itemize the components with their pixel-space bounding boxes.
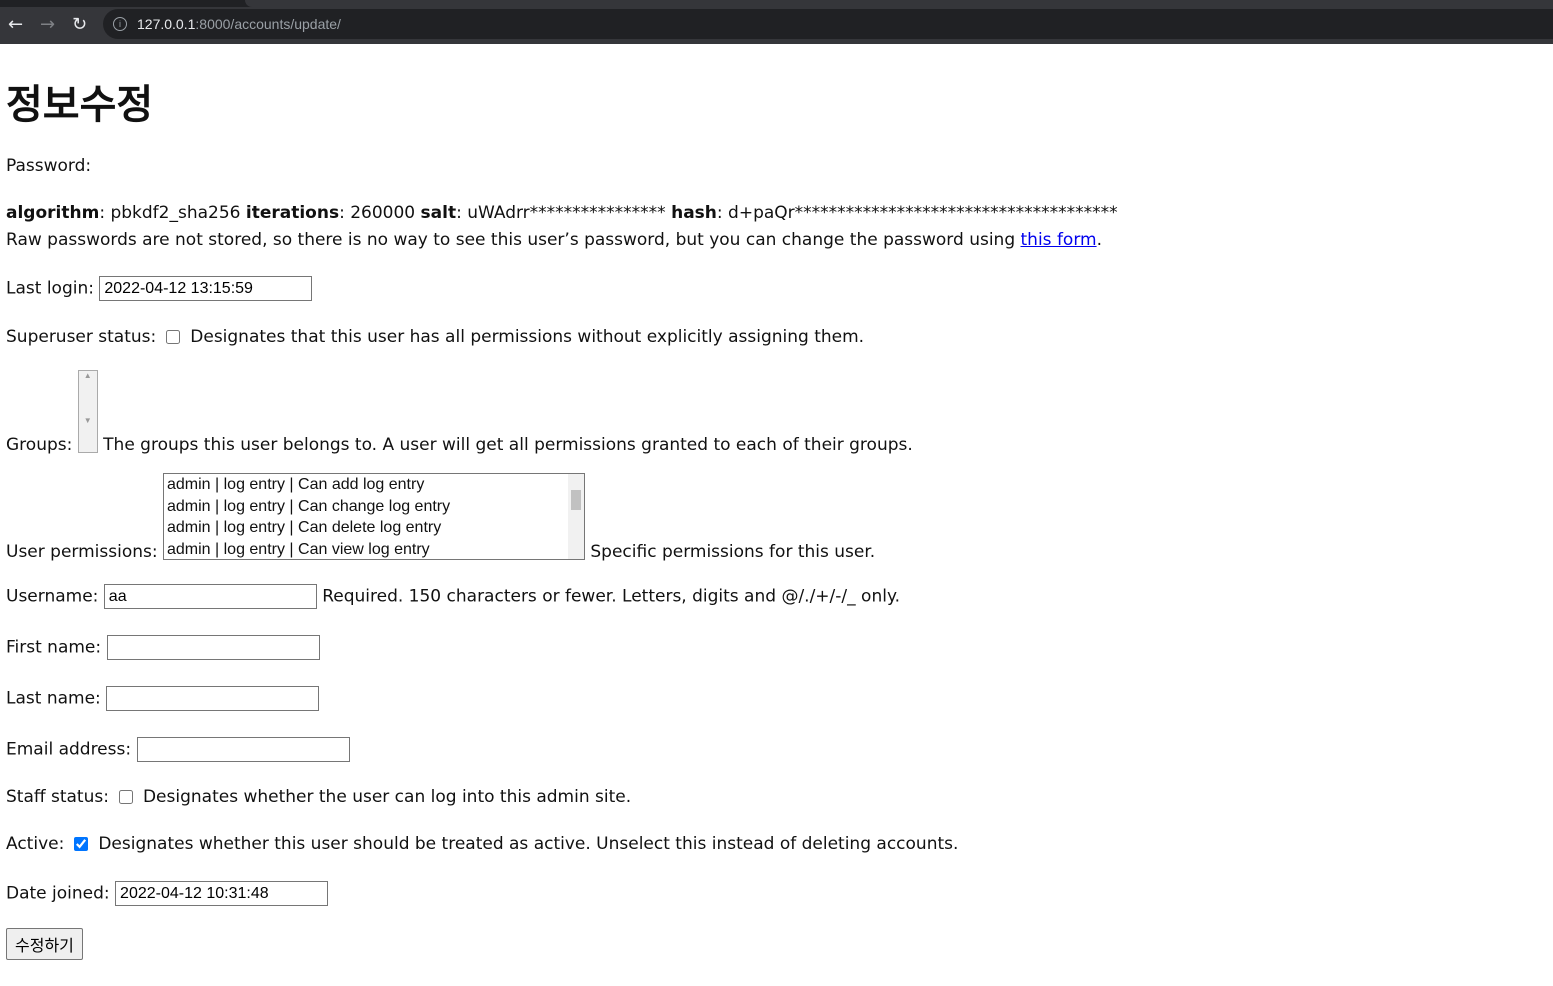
first-name-input[interactable] [106, 635, 320, 660]
email-input[interactable] [136, 737, 350, 762]
algorithm-label: algorithm [6, 203, 100, 223]
superuser-checkbox[interactable] [166, 330, 181, 344]
hash-value: d+paQr**********************************… [728, 203, 1118, 223]
hash-label: hash [671, 203, 717, 223]
password-label: Password: [6, 156, 92, 176]
iterations-label: iterations [245, 203, 340, 223]
groups-scrollbar[interactable]: ▲ ▼ [78, 371, 97, 452]
permission-option[interactable]: admin | log entry | Can view log entry [164, 539, 584, 561]
last-login-label: Last login: [6, 278, 94, 299]
user-permissions-select[interactable]: admin | log entry | Can add log entry ad… [162, 473, 585, 561]
user-permissions-help: Specific permissions for this user. [590, 542, 876, 562]
staff-checkbox[interactable] [118, 790, 133, 804]
last-name-input[interactable] [106, 686, 320, 711]
algorithm-value: pbkdf2_sha256 [110, 203, 241, 223]
url-host: 127.0.0.1 [137, 16, 196, 32]
superuser-label: Superuser status: [6, 327, 157, 347]
username-help: Required. 150 characters or fewer. Lette… [322, 586, 900, 607]
groups-help: The groups this user belongs to. A user … [103, 435, 913, 455]
change-password-link[interactable]: this form [1021, 230, 1097, 250]
page-title: 정보수정 [6, 82, 154, 128]
salt-label: salt [420, 203, 457, 223]
date-joined-input[interactable] [115, 881, 329, 906]
last-name-label: Last name: [6, 688, 101, 709]
url-path: :8000/accounts/update/ [195, 16, 341, 32]
forward-icon[interactable]: → [40, 14, 55, 35]
reload-icon[interactable]: ↻ [72, 14, 87, 35]
staff-help: Designates whether the user can log into… [142, 787, 632, 807]
browser-toolbar: ← → ↻ i 127.0.0.1:8000/accounts/update/ [0, 0, 1553, 44]
info-icon[interactable]: i [113, 17, 127, 31]
active-tab[interactable] [245, 0, 1553, 7]
date-joined-label: Date joined: [6, 883, 110, 904]
scrollbar-thumb[interactable] [570, 490, 581, 510]
iterations-value: 260000 [350, 203, 416, 223]
email-label: Email address: [6, 739, 132, 760]
active-help: Designates whether this user should be t… [98, 834, 959, 854]
password-hash-summary: algorithm: pbkdf2_sha256 iterations: 260… [6, 203, 1118, 223]
groups-select[interactable]: ▲ ▼ [77, 370, 98, 453]
permissions-scrollbar[interactable] [567, 474, 584, 559]
password-help: Raw passwords are not stored, so there i… [6, 230, 1102, 250]
username-label: Username: [6, 586, 99, 607]
active-label: Active: [6, 834, 65, 854]
permission-option[interactable]: admin | log entry | Can add log entry [164, 474, 584, 496]
permission-option[interactable]: admin | log entry | Can change log entry [164, 496, 584, 518]
username-input[interactable] [103, 584, 317, 609]
staff-label: Staff status: [6, 787, 109, 807]
active-checkbox[interactable] [74, 837, 89, 851]
user-permissions-label: User permissions: [6, 542, 158, 562]
salt-value: uWAdrr**************** [467, 203, 666, 223]
password-help-text: Raw passwords are not stored, so there i… [6, 230, 1021, 250]
groups-label: Groups: [6, 435, 73, 455]
superuser-help: Designates that this user has all permis… [190, 327, 865, 347]
permission-option[interactable]: admin | log entry | Can delete log entry [164, 517, 584, 539]
submit-button[interactable]: 수정하기 [6, 928, 83, 960]
address-bar[interactable]: i 127.0.0.1:8000/accounts/update/ [103, 9, 1553, 39]
last-login-input[interactable] [99, 276, 313, 301]
first-name-label: First name: [6, 637, 102, 658]
back-icon[interactable]: ← [8, 14, 23, 35]
